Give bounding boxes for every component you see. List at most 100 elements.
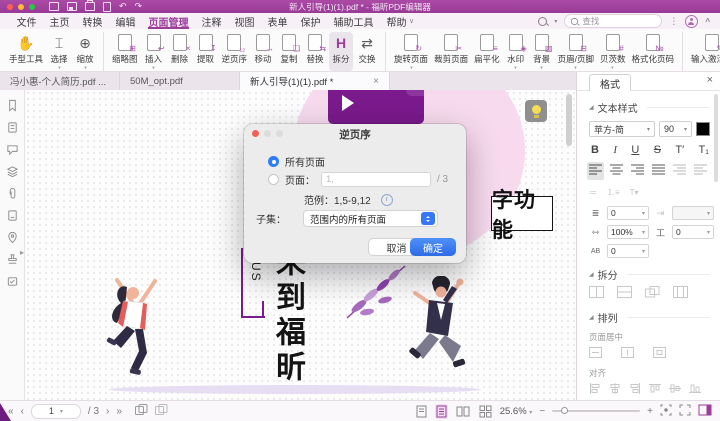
attachments-icon[interactable] (6, 187, 19, 200)
toolbar-item[interactable]: ✎ 输入激活码 ▾ (682, 32, 720, 71)
word-spacing-select[interactable]: 0▾ (607, 244, 649, 258)
form-fields-icon[interactable] (6, 275, 19, 288)
account-avatar[interactable] (685, 15, 698, 28)
align-center-button[interactable] (610, 164, 623, 178)
facing-view-icon[interactable] (455, 404, 471, 419)
file-panel-icon[interactable] (6, 209, 19, 222)
toolbar-item[interactable]: ⊞ 缩略图 ▾ (103, 32, 140, 71)
dialog-close-button[interactable] (252, 130, 259, 137)
align-right-button[interactable] (631, 164, 644, 178)
menu-item[interactable]: 页面管理 (142, 13, 195, 29)
minimize-window-button[interactable] (18, 4, 24, 10)
toolbar-item[interactable]: № 格式化页码 ▾ (629, 32, 676, 71)
menu-item[interactable]: 视图 (228, 13, 261, 29)
menu-item[interactable]: 主页 (43, 13, 76, 29)
search-box[interactable]: 查找 (564, 14, 662, 28)
italic-button[interactable]: I (613, 144, 617, 156)
menu-item[interactable]: 注释 (195, 13, 228, 29)
toolbar-item[interactable]: ✂ 裁剪页面 ▾ (432, 32, 470, 71)
window-controls[interactable] (7, 4, 35, 10)
toolbar-item[interactable]: ⌶ 选择 ▾ (47, 32, 71, 71)
chevron-down-icon[interactable]: ▾ (84, 66, 86, 71)
close-tab-icon[interactable]: × (373, 76, 379, 87)
toolbar-item[interactable]: → 移动 ▾ (251, 32, 275, 71)
align-objects-hcenter-icon[interactable] (609, 383, 621, 397)
previous-view-icon[interactable] (135, 404, 148, 418)
zoom-slider[interactable] (552, 410, 640, 412)
arrange-section-header[interactable]: ◢ 排列 (589, 310, 710, 325)
align-objects-bottom-icon[interactable] (689, 383, 701, 397)
split-columns-icon[interactable] (673, 286, 688, 301)
toolbar-item[interactable]: ✋ 手型工具 ▾ (7, 32, 45, 71)
panel-scrollbar[interactable] (714, 94, 718, 182)
split-section-header[interactable]: ◢ 拆分 (589, 267, 710, 282)
split-rows-icon[interactable] (617, 286, 632, 301)
page-thumbnails-icon[interactable] (6, 121, 19, 134)
align-objects-left-icon[interactable] (589, 383, 601, 397)
align-objects-right-icon[interactable] (629, 383, 641, 397)
zoom-in-button[interactable]: + (647, 406, 653, 417)
toolbar-item[interactable]: ↧ 提取 ▾ (194, 32, 218, 71)
menu-item[interactable]: 文件 (10, 13, 43, 29)
strikethrough-button[interactable]: S (654, 144, 661, 156)
toolbar-item[interactable]: ↩ 插入 ▾ (142, 32, 166, 71)
indent-increase-button[interactable] (694, 164, 707, 178)
save-icon[interactable] (67, 2, 77, 11)
toolbar-item[interactable]: ≡ 扁平化 ▾ (472, 32, 502, 71)
text-color-button[interactable]: T▾ (630, 188, 639, 197)
toolbar-item[interactable]: H 拆分 ▾ (329, 32, 353, 71)
all-pages-radio[interactable] (268, 156, 279, 167)
more-options-icon[interactable]: ⋮ (669, 16, 678, 27)
menu-item[interactable]: 保护 (294, 13, 327, 29)
menu-item[interactable]: 转换 (76, 13, 109, 29)
expand-sidebar-icon[interactable]: ▸ (20, 248, 24, 257)
prev-page-button[interactable]: ‹ (21, 406, 24, 417)
chevron-down-icon[interactable]: ▾ (612, 66, 614, 71)
panel-toggle-icon[interactable] (698, 404, 712, 419)
merge-cells-icon[interactable] (645, 286, 660, 301)
align-objects-top-icon[interactable] (649, 383, 661, 397)
chevron-down-icon[interactable]: ▾ (514, 66, 516, 71)
toolbar-item[interactable]: ⊟ 页眉/页脚 ▾ (556, 32, 596, 71)
undo-icon[interactable]: ↶ (119, 2, 127, 11)
toolbar-item[interactable]: ⇆ 替换 ▾ (303, 32, 327, 71)
maximize-window-button[interactable] (29, 4, 35, 10)
redo-icon[interactable]: ↷ (135, 2, 143, 11)
bullet-list-button[interactable]: ≔ (589, 188, 597, 197)
text-style-section-header[interactable]: ◢ 文本样式 (589, 100, 710, 115)
line-spacing-select[interactable]: 0▾ (607, 206, 649, 220)
close-panel-icon[interactable]: × (707, 74, 713, 86)
ok-button[interactable]: 确定 (410, 238, 456, 256)
fit-page-icon[interactable] (660, 404, 672, 419)
pages-range-input[interactable] (321, 172, 431, 187)
zoom-mode-icon[interactable] (538, 17, 547, 26)
toolbar-item[interactable]: ❏ 复制 ▾ (277, 32, 301, 71)
tab-document-3-active[interactable]: 新人引导(1)(1).pdf * × (240, 72, 390, 90)
subset-select[interactable]: 范围内的所有页面 (303, 210, 438, 227)
align-objects-vcenter-icon[interactable] (669, 383, 681, 397)
center-vertical-icon[interactable] (589, 347, 602, 361)
menu-item[interactable]: 编辑 (109, 13, 142, 29)
horizontal-scale-select[interactable]: 100%▾ (607, 225, 649, 239)
search-caret-icon[interactable]: ▾ (554, 18, 557, 25)
toolbar-item[interactable]: ▨ 背景 ▾ (530, 32, 554, 71)
font-color-swatch[interactable] (696, 122, 710, 136)
split-cells-icon[interactable] (589, 286, 604, 301)
toolbar-item[interactable]: # 贝茨数 ▾ (598, 32, 628, 71)
numbered-list-button[interactable]: ⒈≡ (607, 187, 620, 198)
tab-document-2[interactable]: 50M_opt.pdf (120, 72, 240, 90)
toolbar-item[interactable]: ↻ 旋转页面 ▾ (385, 32, 430, 71)
new-document-icon[interactable] (103, 2, 111, 12)
menu-item[interactable]: 辅助工具 (327, 13, 380, 29)
tab-document-1[interactable]: 冯小惠-个人简历.pdf ... (0, 72, 120, 90)
menu-item[interactable]: 表单 (261, 13, 294, 29)
last-page-button[interactable]: » (116, 406, 122, 417)
chevron-down-icon[interactable]: ▾ (410, 66, 412, 71)
subscript-button[interactable]: T₁ (699, 144, 709, 156)
menu-item[interactable]: 帮助 (380, 13, 413, 29)
zoom-slider-knob[interactable] (561, 407, 568, 414)
indent-decrease-button[interactable] (673, 164, 686, 178)
bookmarks-icon[interactable] (6, 99, 19, 112)
toolbar-item[interactable]: ⊕ 缩放 ▾ (73, 32, 97, 71)
chevron-down-icon[interactable]: ▾ (540, 66, 542, 71)
